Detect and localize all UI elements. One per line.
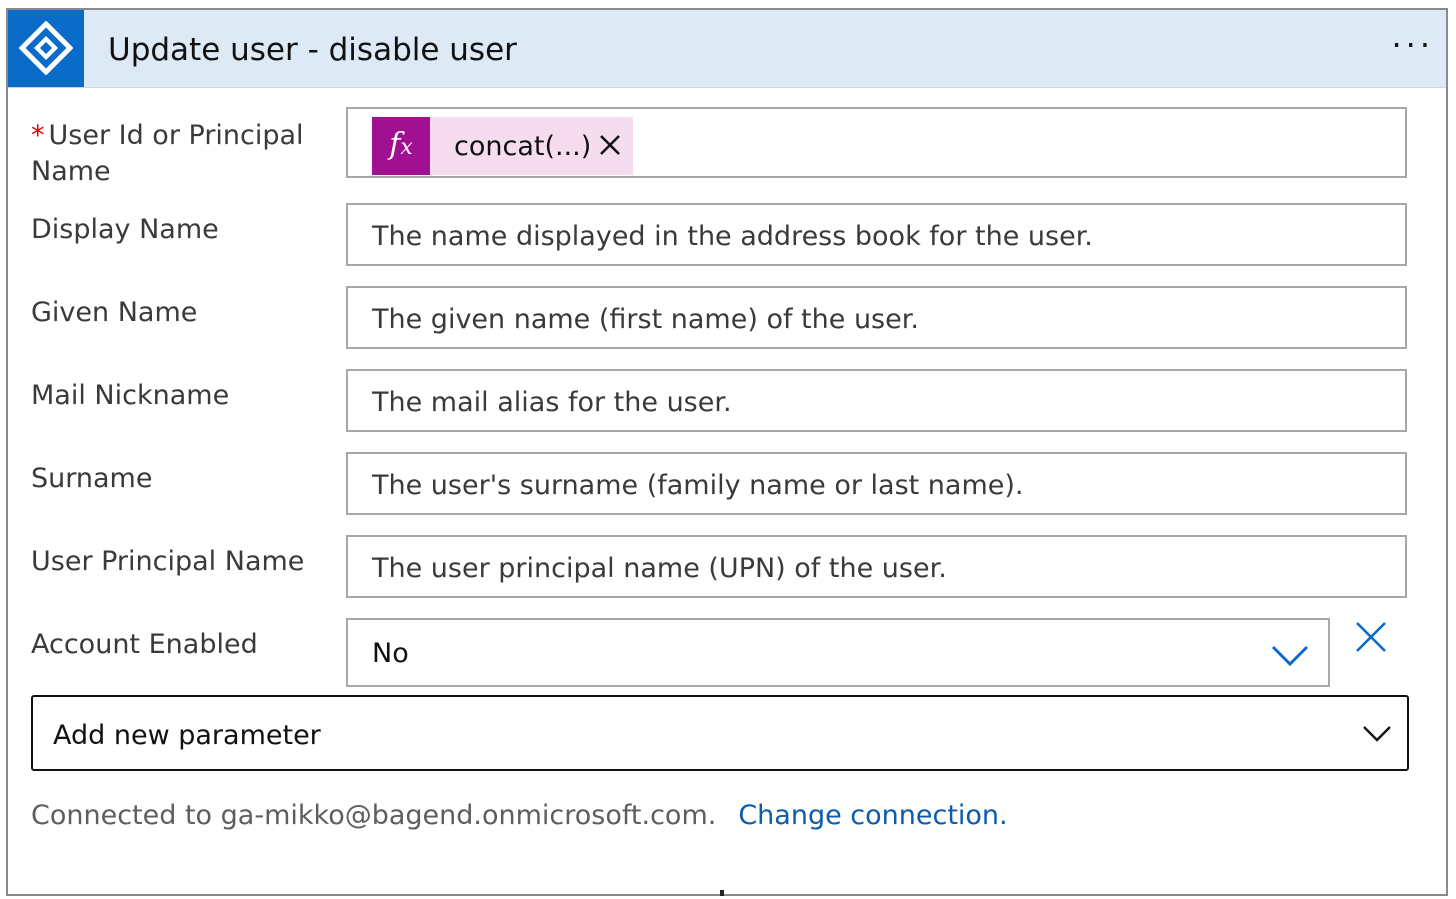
- azure-active-directory-icon: [8, 10, 84, 87]
- field-label-display-name: Display Name: [31, 214, 219, 245]
- placeholder-text: The user's surname (family name or last …: [372, 470, 1024, 501]
- field-label-account-enabled: Account Enabled: [31, 629, 258, 660]
- surname-input[interactable]: The user's surname (family name or last …: [346, 452, 1407, 515]
- chevron-down-icon[interactable]: [1270, 642, 1310, 668]
- user-id-input[interactable]: fx concat(...): [346, 107, 1407, 178]
- required-asterisk: *: [31, 120, 45, 151]
- field-label-user-principal-name: User Principal Name: [31, 546, 305, 577]
- user-principal-name-input[interactable]: The user principal name (UPN) of the use…: [346, 535, 1407, 598]
- connector-handle: [720, 890, 724, 896]
- field-label-user-id: * User Id or Principal Name: [31, 120, 304, 187]
- field-label-surname: Surname: [31, 463, 153, 494]
- display-name-input[interactable]: The name displayed in the address book f…: [346, 203, 1407, 266]
- more-options-button[interactable]: ···: [1391, 10, 1434, 87]
- connection-info: Connected to ga-mikko@bagend.onmicrosoft…: [31, 800, 1008, 831]
- placeholder-text: The user principal name (UPN) of the use…: [372, 553, 947, 584]
- card-title: Update user - disable user: [108, 32, 517, 68]
- clear-value-close-icon[interactable]: [1354, 620, 1388, 654]
- placeholder-text: The given name (first name) of the user.: [372, 304, 919, 335]
- given-name-input[interactable]: The given name (first name) of the user.: [346, 286, 1407, 349]
- placeholder-text: The mail alias for the user.: [372, 387, 732, 418]
- account-enabled-select[interactable]: No: [346, 618, 1330, 687]
- chevron-down-icon: [1363, 726, 1391, 742]
- token-text: concat(...): [454, 131, 592, 162]
- card-header[interactable]: Update user - disable user ···: [8, 10, 1446, 88]
- placeholder-text: The name displayed in the address book f…: [372, 221, 1093, 252]
- expression-token[interactable]: fx concat(...): [372, 117, 633, 175]
- connected-text: Connected to ga-mikko@bagend.onmicrosoft…: [31, 800, 717, 831]
- change-connection-link[interactable]: Change connection.: [738, 800, 1007, 831]
- fx-icon: fx: [372, 117, 430, 175]
- selected-value: No: [372, 638, 409, 669]
- add-new-parameter-dropdown[interactable]: Add new parameter: [31, 695, 1409, 771]
- field-label-mail-nickname: Mail Nickname: [31, 380, 230, 411]
- field-label-given-name: Given Name: [31, 297, 198, 328]
- add-parameter-label: Add new parameter: [53, 720, 321, 751]
- mail-nickname-input[interactable]: The mail alias for the user.: [346, 369, 1407, 432]
- remove-token-close-icon[interactable]: [596, 131, 624, 159]
